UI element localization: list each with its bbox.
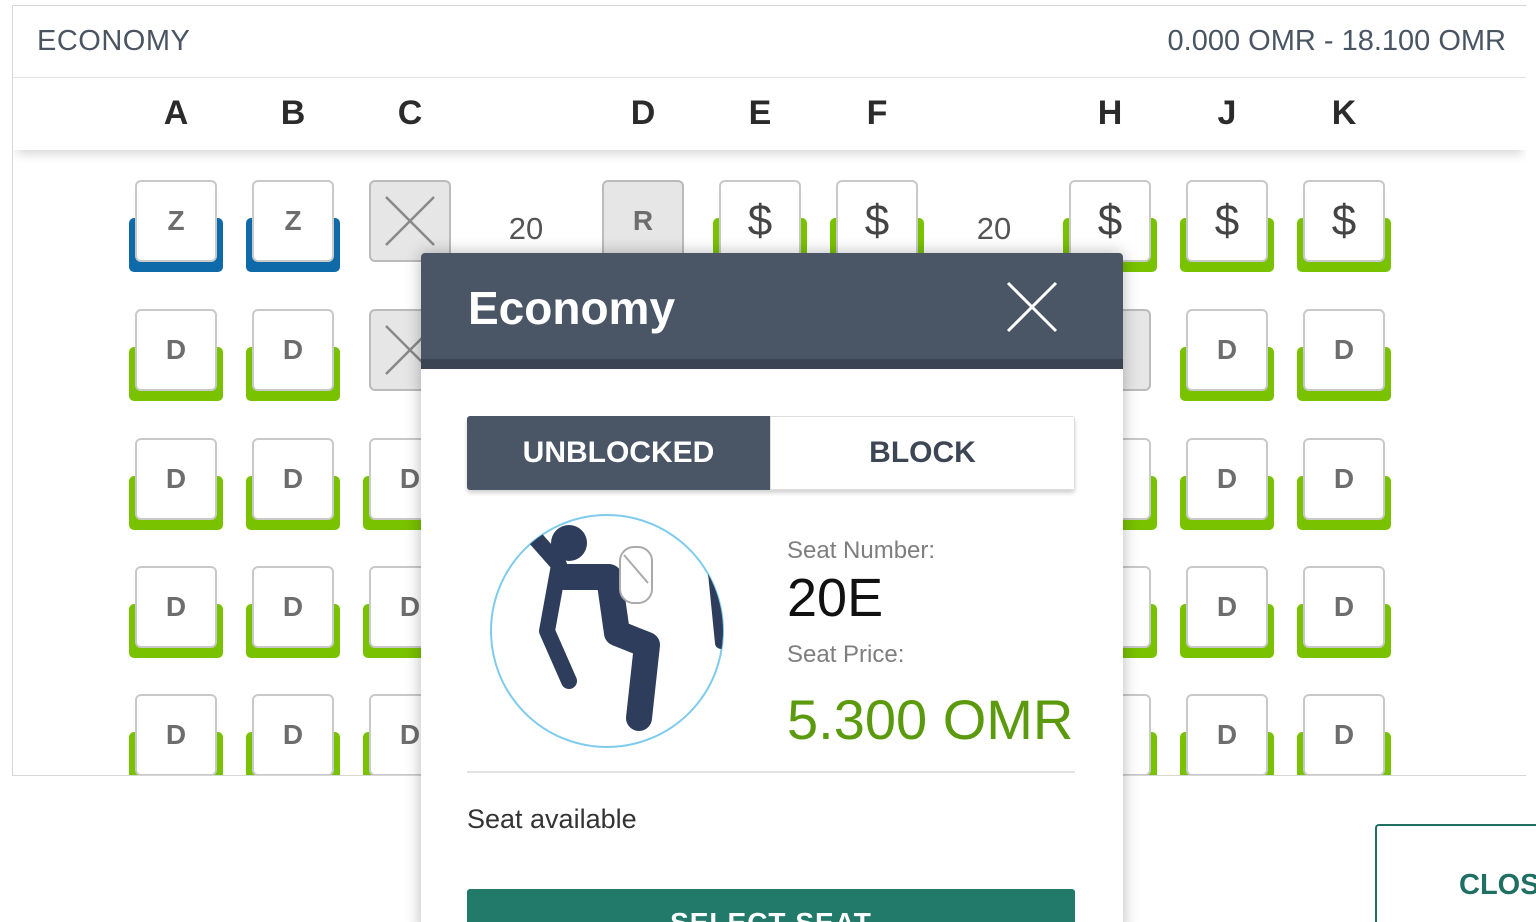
seat-price-label: Seat Price:	[787, 641, 905, 668]
seat-k[interactable]: D	[1297, 309, 1391, 403]
seat-label: R	[602, 180, 684, 262]
column-letter-d: D	[630, 94, 656, 132]
cabin-name: ECONOMY	[37, 25, 191, 57]
seat-label: $	[1186, 180, 1268, 262]
seat-k[interactable]: D	[1297, 438, 1391, 532]
select-seat-button[interactable]: SELECT SEAT	[467, 889, 1075, 922]
seat-a[interactable]: D	[129, 694, 223, 775]
seat-label: D	[1186, 566, 1268, 648]
seat-j[interactable]: D	[1180, 309, 1274, 403]
seat-label: $	[1303, 180, 1385, 262]
cabin-price-range: 0.000 OMR - 18.100 OMR	[1167, 25, 1506, 57]
seat-j[interactable]: $	[1180, 180, 1274, 274]
seat-label: D	[135, 694, 217, 775]
column-letter-e: E	[748, 94, 772, 132]
seat-b[interactable]: D	[246, 438, 340, 532]
seat-label: D	[1303, 566, 1385, 648]
seat-price-value: 5.300 OMR	[787, 688, 1074, 751]
seat-b[interactable]: Z	[246, 180, 340, 274]
seated-passenger-icon	[489, 513, 725, 749]
seat-label: D	[252, 694, 334, 775]
seat-label: D	[1186, 694, 1268, 775]
column-letter-b: B	[280, 94, 306, 132]
cabin-header: ECONOMY 0.000 OMR - 18.100 OMR	[13, 6, 1526, 78]
seat-a[interactable]: D	[129, 566, 223, 660]
seat-j[interactable]: D	[1180, 438, 1274, 532]
seat-j[interactable]: D	[1180, 566, 1274, 660]
seat-label: D	[1186, 438, 1268, 520]
column-letter-h: H	[1097, 94, 1123, 132]
close-x-icon[interactable]	[1004, 279, 1060, 335]
seat-a[interactable]: Z	[129, 180, 223, 274]
unblocked-toggle-button[interactable]: UNBLOCKED	[467, 416, 770, 490]
seat-j[interactable]: D	[1180, 694, 1274, 775]
seat-a[interactable]: D	[129, 438, 223, 532]
seat-label: D	[252, 438, 334, 520]
seat-label: Z	[252, 180, 334, 262]
seat-a[interactable]: D	[129, 309, 223, 403]
seat-number-value: 20E	[787, 568, 884, 628]
seat-label: D	[252, 566, 334, 648]
seat-b[interactable]: D	[246, 309, 340, 403]
block-toggle: UNBLOCKED BLOCK	[467, 416, 1075, 490]
seat-label: Z	[135, 180, 217, 262]
column-letter-k: K	[1331, 94, 1357, 132]
seat-details-modal: Economy UNBLOCKED BLOCK Seat Number: 20E…	[421, 253, 1123, 922]
seat-k[interactable]: D	[1297, 694, 1391, 775]
blocked-seat-x-icon	[369, 180, 451, 262]
row-number: 20	[508, 211, 544, 246]
column-letters-row: ABCDEFHJK	[13, 78, 1526, 150]
column-letter-c: C	[397, 94, 423, 132]
seat-number-label: Seat Number:	[787, 537, 936, 564]
column-letter-j: J	[1217, 94, 1237, 132]
seat-b[interactable]: D	[246, 694, 340, 775]
column-letter-f: F	[866, 94, 888, 132]
seat-label: $	[836, 180, 918, 262]
modal-divider	[467, 771, 1075, 773]
seat-status-text: Seat available	[467, 804, 637, 834]
seat-label: $	[1069, 180, 1151, 262]
seat-b[interactable]: D	[246, 566, 340, 660]
seat-label: D	[252, 309, 334, 391]
seat-k[interactable]: D	[1297, 566, 1391, 660]
modal-title: Economy	[468, 282, 676, 334]
seat-label: D	[135, 309, 217, 391]
seat-label: D	[135, 438, 217, 520]
seat-label: D	[1303, 438, 1385, 520]
seat-label: D	[1186, 309, 1268, 391]
seat-k[interactable]: $	[1297, 180, 1391, 274]
close-button[interactable]: CLOSE	[1375, 824, 1536, 922]
column-letter-a: A	[163, 94, 189, 132]
modal-header: Economy	[421, 253, 1123, 369]
seat-label: D	[1303, 309, 1385, 391]
block-toggle-button[interactable]: BLOCK	[770, 416, 1075, 490]
seat-label: $	[719, 180, 801, 262]
row-number: 20	[976, 211, 1012, 246]
seat-label: D	[135, 566, 217, 648]
seat-label: D	[1303, 694, 1385, 775]
